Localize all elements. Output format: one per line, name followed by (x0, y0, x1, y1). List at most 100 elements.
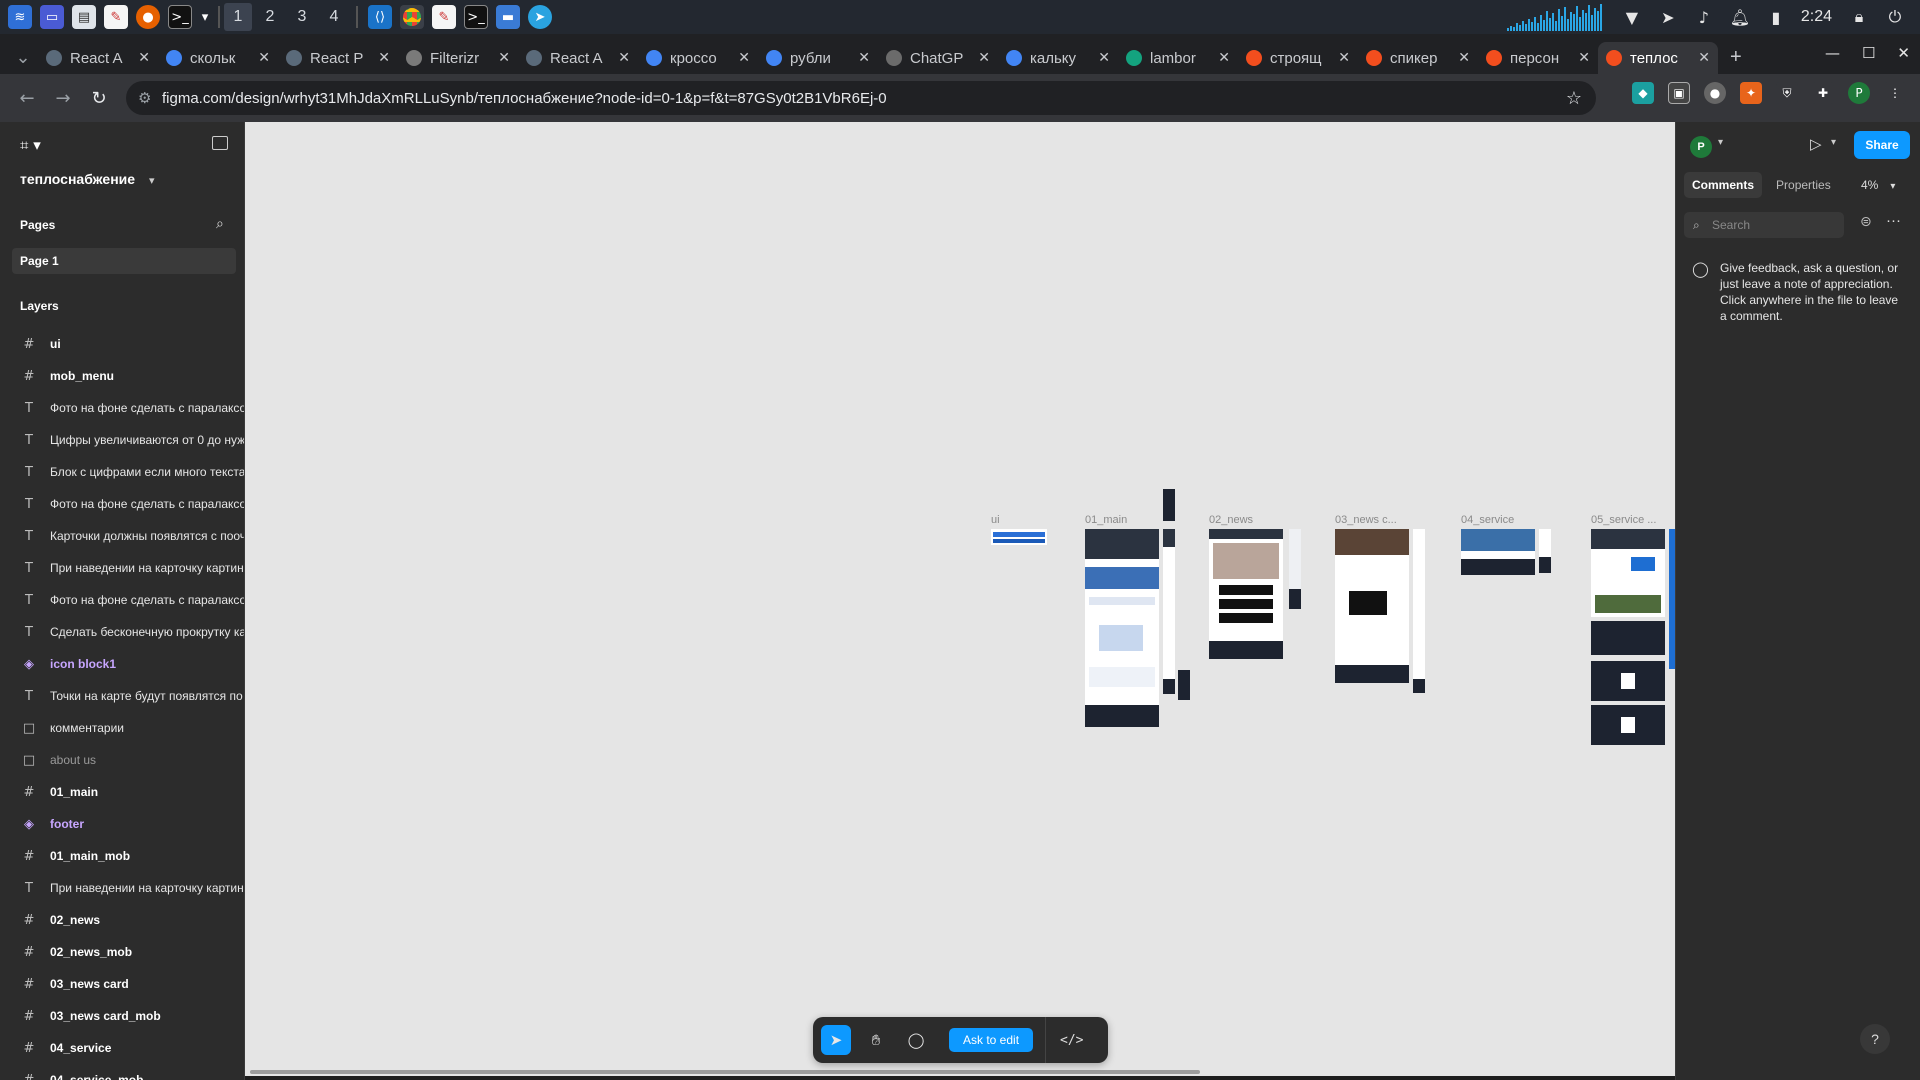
frame-mob-menu[interactable] (1178, 670, 1190, 700)
maximize-button[interactable]: ☐ (1862, 44, 1875, 62)
zoom-level[interactable]: 4% ▾ (1861, 178, 1895, 192)
frame-05-service-b[interactable] (1591, 621, 1665, 655)
frame-02-news-mob[interactable] (1289, 529, 1301, 609)
extension-icon[interactable]: ✦ (1740, 82, 1762, 104)
browser-tab[interactable]: строящ ✕ (1238, 42, 1358, 74)
back-button[interactable]: ← (12, 83, 42, 113)
layer-item[interactable]: ◈ footer (0, 808, 244, 840)
forward-button[interactable]: → (48, 83, 78, 113)
layer-item[interactable]: T Точки на карте будут появлятся по о (0, 680, 244, 712)
move-tool-icon[interactable]: ➤ (821, 1025, 851, 1055)
extension-icon[interactable]: ● (1704, 82, 1726, 104)
url-text[interactable]: figma.com/design/wrhyt31MhJdaXmRLLuSynb/… (162, 90, 887, 107)
dev-mode-button[interactable]: </> (1060, 1033, 1083, 1048)
help-button[interactable]: ? (1860, 1024, 1890, 1054)
filter-icon[interactable]: ⊜ (1860, 214, 1872, 230)
puzzle-icon[interactable]: ✚ (1812, 82, 1834, 104)
frame-05-service[interactable] (1591, 529, 1665, 617)
tab-comments[interactable]: Comments (1684, 172, 1763, 198)
browser-tab[interactable]: Filterizr ✕ (398, 42, 518, 74)
share-button[interactable]: Share (1854, 131, 1910, 159)
present-play-icon[interactable]: ▷ (1810, 135, 1822, 153)
layer-item[interactable]: □ about us (0, 744, 244, 776)
frame-label-01-main[interactable]: 01_main (1085, 514, 1127, 526)
bookmark-star-icon[interactable]: ☆ (1566, 88, 1582, 109)
layer-item[interactable]: # mob_menu (0, 360, 244, 392)
comments-search-input[interactable]: ⌕ Search (1684, 212, 1844, 238)
reload-button[interactable]: ↻ (84, 83, 114, 113)
close-tab-icon[interactable]: ✕ (138, 50, 150, 66)
close-tab-icon[interactable]: ✕ (1338, 50, 1350, 66)
close-tab-icon[interactable]: ✕ (498, 50, 510, 66)
frame-01-main[interactable] (1085, 529, 1159, 727)
frame-05-service-c[interactable] (1591, 661, 1665, 701)
panel-toggle-icon[interactable] (212, 136, 228, 150)
figma-canvas[interactable]: ui 01_main 02_news 03_news c... 04_servi… (245, 122, 1675, 1076)
clock[interactable]: 2:24 (1801, 8, 1832, 26)
layer-item[interactable]: T Сделать бесконечную прокрутку кар (0, 616, 244, 648)
close-tab-icon[interactable]: ✕ (978, 50, 990, 66)
layer-item[interactable]: ◈ icon block1 (0, 648, 244, 680)
volume-icon[interactable]: ♪ (1693, 6, 1715, 28)
layer-item[interactable]: #02_news_mob (0, 936, 244, 968)
app-menu-icon[interactable]: ≋ (8, 5, 32, 29)
shield-icon[interactable]: ⛨ (1776, 82, 1798, 104)
browser-tab[interactable]: персон ✕ (1478, 42, 1598, 74)
new-tab-button[interactable]: + (1730, 46, 1742, 69)
layer-item[interactable]: #02_news (0, 904, 244, 936)
close-tab-icon[interactable]: ✕ (378, 50, 390, 66)
layer-item[interactable]: #03_news card_mob (0, 1000, 244, 1032)
workspace-1[interactable]: 1 (224, 3, 252, 31)
frame-01-main-mob-2[interactable] (1163, 529, 1175, 694)
layer-item[interactable]: T При наведении на карточку картинка (0, 872, 244, 904)
figma-menu-icon[interactable]: ⌗ ▾ (20, 136, 41, 154)
battery-icon[interactable]: ▮ (1765, 6, 1787, 28)
layer-item[interactable]: T Фото на фоне сделать с паралаксом (0, 488, 244, 520)
avatar[interactable]: P (1690, 136, 1712, 158)
extension-icon[interactable]: ▣ (1668, 82, 1690, 104)
layer-item[interactable]: #04_service (0, 1032, 244, 1064)
frame-ui[interactable] (991, 529, 1047, 545)
layer-item[interactable]: #01_main (0, 776, 244, 808)
minimize-button[interactable]: — (1825, 44, 1840, 62)
workspace-3[interactable]: 3 (288, 3, 316, 31)
layer-item[interactable]: T При наведении на карточку картинка (0, 552, 244, 584)
frame-04-service-mob[interactable] (1539, 529, 1551, 573)
chevron-down-icon[interactable]: ▾ (1718, 137, 1723, 148)
telegram-tray-icon[interactable]: ➤ (1657, 6, 1679, 28)
frame-label-05-service[interactable]: 05_service ... (1591, 514, 1656, 526)
browser-tab[interactable]: спикер ✕ (1358, 42, 1478, 74)
frame-04-service[interactable] (1461, 529, 1535, 575)
file-name-text[interactable]: теплоснабжение (20, 171, 135, 187)
chevron-down-icon[interactable]: ▾ (149, 175, 155, 187)
browser-tab[interactable]: теплос ✕ (1598, 42, 1718, 74)
frame-01-main-mob[interactable] (1163, 489, 1175, 521)
browser-tab[interactable]: скольк ✕ (158, 42, 278, 74)
frame-03-news-card-mob[interactable] (1413, 529, 1425, 693)
workspace-4[interactable]: 4 (320, 3, 348, 31)
browser-tab[interactable]: React P ✕ (278, 42, 398, 74)
close-tab-icon[interactable]: ✕ (1218, 50, 1230, 66)
network-icon[interactable]: ▼ (1621, 6, 1643, 28)
browser-tab[interactable]: рубли ✕ (758, 42, 878, 74)
close-tab-icon[interactable]: ✕ (258, 50, 270, 66)
horizontal-scrollbar[interactable] (250, 1070, 1200, 1074)
layer-item[interactable]: T Фото на фоне сделать с паралаксом (0, 392, 244, 424)
frame-05-service-d[interactable] (1591, 705, 1665, 745)
layer-item[interactable]: #01_main_mob (0, 840, 244, 872)
browser-tab[interactable]: кроссо ✕ (638, 42, 758, 74)
vscode-icon[interactable]: ⟨⟩ (368, 5, 392, 29)
more-options-icon[interactable]: ··· (1886, 212, 1901, 229)
browser-tab[interactable]: React A ✕ (38, 42, 158, 74)
layer-item[interactable]: T Цифры увеличиваются от 0 до нужно (0, 424, 244, 456)
frame-label-03-news-card[interactable]: 03_news c... (1335, 514, 1397, 526)
files-icon[interactable]: ▤ (72, 5, 96, 29)
page-item[interactable]: Page 1 (12, 248, 236, 274)
site-info-icon[interactable]: ⚙ (138, 89, 151, 107)
close-tab-icon[interactable]: ✕ (1458, 50, 1470, 66)
hand-tool-icon[interactable]: ✋︎ (861, 1025, 891, 1055)
extension-icon[interactable]: ◆ (1632, 82, 1654, 104)
frame-label-ui[interactable]: ui (991, 514, 1000, 526)
lock-icon[interactable]: 🔒︎ (1848, 6, 1870, 28)
close-window-button[interactable]: ✕ (1897, 44, 1910, 62)
